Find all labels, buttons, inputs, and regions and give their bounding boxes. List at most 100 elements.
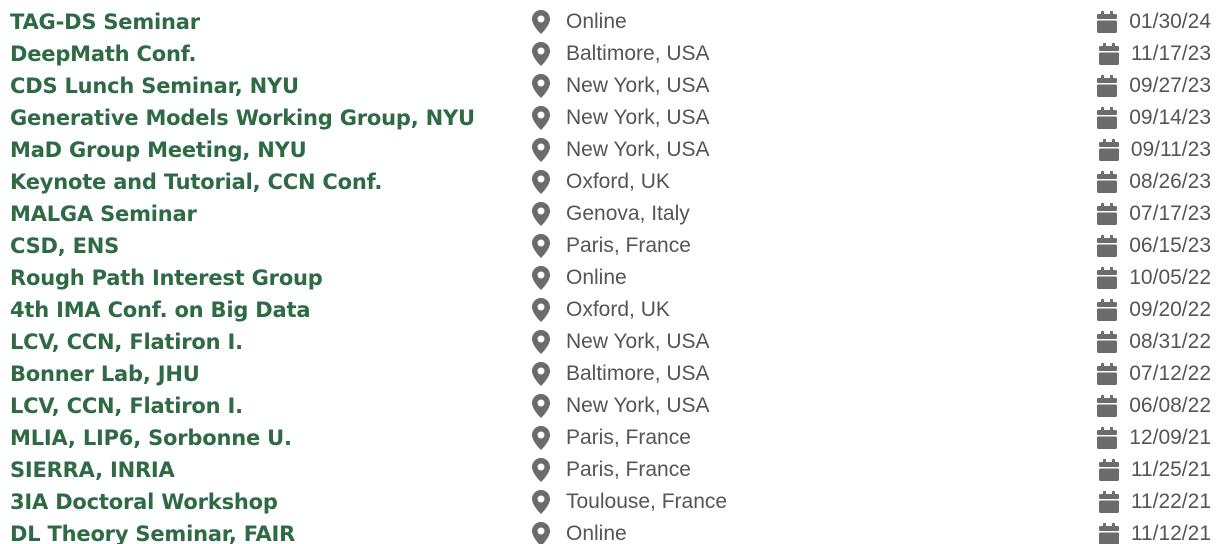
talk-location: New York, USA bbox=[530, 70, 710, 102]
talk-location: Online bbox=[530, 6, 627, 38]
calendar-icon bbox=[1096, 299, 1118, 321]
location-text: Genova, Italy bbox=[566, 202, 690, 225]
date-text: 06/08/22 bbox=[1129, 394, 1211, 417]
talk-date: 06/15/23 bbox=[1096, 230, 1211, 262]
talk-location: New York, USA bbox=[530, 102, 710, 134]
talk-location: Paris, France bbox=[530, 422, 691, 454]
talk-title-link[interactable]: CDS Lunch Seminar, NYU bbox=[10, 70, 299, 102]
map-pin-icon bbox=[530, 10, 552, 34]
date-text: 09/14/23 bbox=[1129, 106, 1211, 129]
talk-date: 10/05/22 bbox=[1096, 262, 1211, 294]
talk-title-link[interactable]: MLIA, LIP6, Sorbonne U. bbox=[10, 422, 292, 454]
calendar-icon bbox=[1096, 427, 1118, 449]
talk-location: Online bbox=[530, 518, 627, 544]
date-text: 11/12/21 bbox=[1130, 522, 1211, 544]
location-text: Toulouse, France bbox=[566, 490, 728, 513]
talk-title-link[interactable]: LCV, CCN, Flatiron I. bbox=[10, 390, 243, 422]
talk-row: TAG-DS Seminar Online 01/30/24 bbox=[0, 6, 1219, 38]
map-pin-icon bbox=[530, 522, 552, 544]
talk-title-link[interactable]: CSD, ENS bbox=[10, 230, 119, 262]
talk-location: Oxford, UK bbox=[530, 166, 670, 198]
talk-row: Rough Path Interest Group Online 10/05/2… bbox=[0, 262, 1219, 294]
location-text: Baltimore, USA bbox=[566, 362, 710, 385]
talk-title-link[interactable]: Generative Models Working Group, NYU bbox=[10, 102, 475, 134]
date-text: 08/26/23 bbox=[1129, 170, 1211, 193]
talk-title-link[interactable]: TAG-DS Seminar bbox=[10, 6, 200, 38]
talk-title-link[interactable]: Rough Path Interest Group bbox=[10, 262, 323, 294]
talk-title-link[interactable]: MALGA Seminar bbox=[10, 198, 197, 230]
talk-date: 11/12/21 bbox=[1098, 518, 1211, 544]
talk-row: Keynote and Tutorial, CCN Conf. Oxford, … bbox=[0, 166, 1219, 198]
date-text: 09/27/23 bbox=[1129, 74, 1211, 97]
talk-title-link[interactable]: DeepMath Conf. bbox=[10, 38, 196, 70]
talk-location: Paris, France bbox=[530, 230, 691, 262]
date-text: 11/17/23 bbox=[1130, 42, 1211, 65]
talk-location: Genova, Italy bbox=[530, 198, 690, 230]
talk-title-link[interactable]: DL Theory Seminar, FAIR bbox=[10, 518, 295, 544]
date-text: 09/20/22 bbox=[1129, 298, 1211, 321]
talk-location: New York, USA bbox=[530, 390, 710, 422]
date-text: 09/11/23 bbox=[1130, 138, 1211, 161]
talk-location: Oxford, UK bbox=[530, 294, 670, 326]
calendar-icon bbox=[1096, 267, 1118, 289]
date-text: 07/12/22 bbox=[1129, 362, 1211, 385]
calendar-icon bbox=[1098, 459, 1120, 481]
talk-title-link[interactable]: 3IA Doctoral Workshop bbox=[10, 486, 278, 518]
calendar-icon bbox=[1096, 235, 1118, 257]
map-pin-icon bbox=[530, 298, 552, 322]
calendar-icon bbox=[1096, 171, 1118, 193]
location-text: Paris, France bbox=[566, 426, 691, 449]
location-text: New York, USA bbox=[566, 74, 710, 97]
date-text: 06/15/23 bbox=[1129, 234, 1211, 257]
talk-location: Online bbox=[530, 262, 627, 294]
map-pin-icon bbox=[530, 266, 552, 290]
map-pin-icon bbox=[530, 394, 552, 418]
talk-title-link[interactable]: SIERRA, INRIA bbox=[10, 454, 175, 486]
talk-row: DeepMath Conf. Baltimore, USA 11/17/23 bbox=[0, 38, 1219, 70]
talk-location: Toulouse, France bbox=[530, 486, 727, 518]
talk-row: MLIA, LIP6, Sorbonne U. Paris, France 12… bbox=[0, 422, 1219, 454]
talk-date: 12/09/21 bbox=[1096, 422, 1211, 454]
location-text: Online bbox=[566, 522, 627, 544]
map-pin-icon bbox=[530, 234, 552, 258]
talk-row: CSD, ENS Paris, France 06/15/23 bbox=[0, 230, 1219, 262]
talk-title-link[interactable]: Bonner Lab, JHU bbox=[10, 358, 200, 390]
map-pin-icon bbox=[530, 170, 552, 194]
talk-title-link[interactable]: 4th IMA Conf. on Big Data bbox=[10, 294, 311, 326]
talk-date: 08/31/22 bbox=[1096, 326, 1211, 358]
talk-date: 09/27/23 bbox=[1096, 70, 1211, 102]
calendar-icon bbox=[1096, 11, 1118, 33]
date-text: 12/09/21 bbox=[1129, 426, 1211, 449]
date-text: 10/05/22 bbox=[1129, 266, 1211, 289]
calendar-icon bbox=[1096, 395, 1118, 417]
date-text: 11/25/21 bbox=[1130, 458, 1211, 481]
location-text: New York, USA bbox=[566, 394, 710, 417]
talk-location: New York, USA bbox=[530, 134, 710, 166]
talk-location: Baltimore, USA bbox=[530, 358, 710, 390]
talk-title-link[interactable]: Keynote and Tutorial, CCN Conf. bbox=[10, 166, 382, 198]
talk-date: 07/17/23 bbox=[1096, 198, 1211, 230]
map-pin-icon bbox=[530, 138, 552, 162]
talk-row: LCV, CCN, Flatiron I. New York, USA 06/0… bbox=[0, 390, 1219, 422]
map-pin-icon bbox=[530, 458, 552, 482]
location-text: Oxford, UK bbox=[566, 298, 670, 321]
date-text: 08/31/22 bbox=[1129, 330, 1211, 353]
map-pin-icon bbox=[530, 490, 552, 514]
talk-title-link[interactable]: LCV, CCN, Flatiron I. bbox=[10, 326, 243, 358]
calendar-icon bbox=[1096, 363, 1118, 385]
talk-row: MaD Group Meeting, NYU New York, USA 09/… bbox=[0, 134, 1219, 166]
map-pin-icon bbox=[530, 74, 552, 98]
talk-location: New York, USA bbox=[530, 326, 710, 358]
talk-date: 09/20/22 bbox=[1096, 294, 1211, 326]
calendar-icon bbox=[1098, 139, 1120, 161]
talk-location: Paris, France bbox=[530, 454, 691, 486]
talk-title-link[interactable]: MaD Group Meeting, NYU bbox=[10, 134, 307, 166]
map-pin-icon bbox=[530, 202, 552, 226]
talk-row: CDS Lunch Seminar, NYU New York, USA 09/… bbox=[0, 70, 1219, 102]
location-text: New York, USA bbox=[566, 138, 710, 161]
location-text: Paris, France bbox=[566, 458, 691, 481]
talk-row: 4th IMA Conf. on Big Data Oxford, UK 09/… bbox=[0, 294, 1219, 326]
talk-row: LCV, CCN, Flatiron I. New York, USA 08/3… bbox=[0, 326, 1219, 358]
location-text: Online bbox=[566, 266, 627, 289]
talk-date: 06/08/22 bbox=[1096, 390, 1211, 422]
